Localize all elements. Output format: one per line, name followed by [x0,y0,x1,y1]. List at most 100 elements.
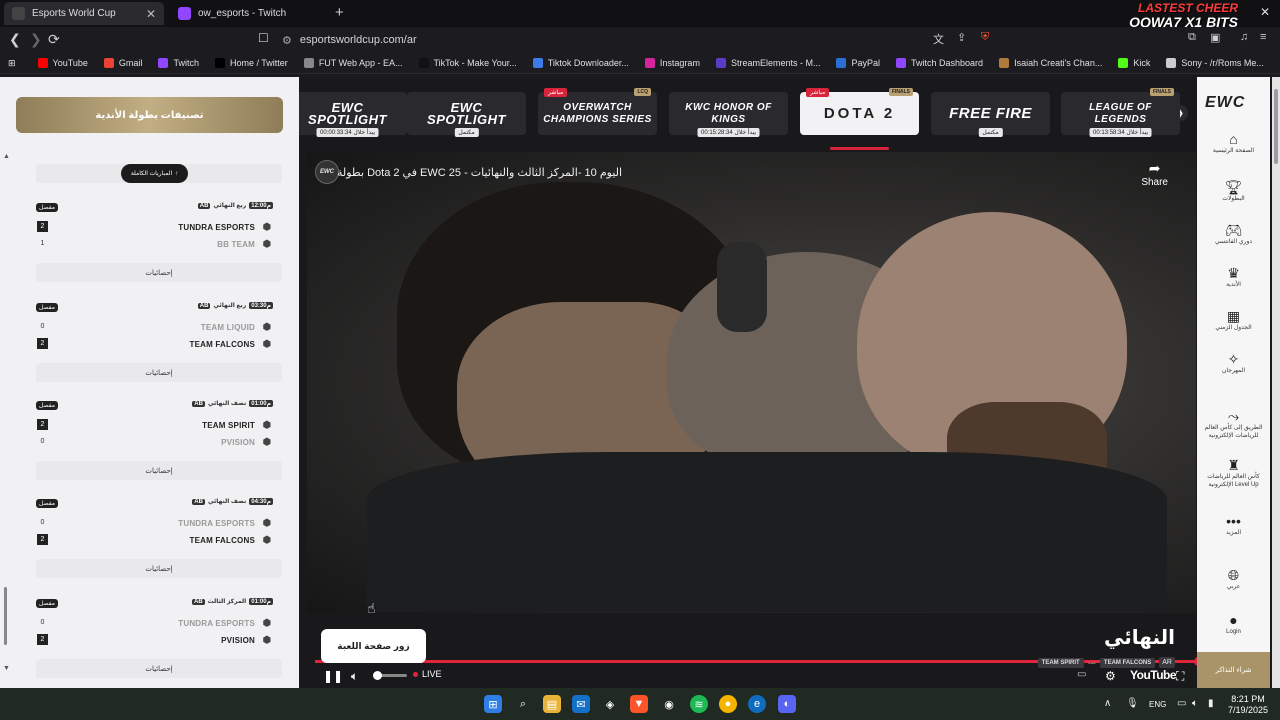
settings-gear-icon[interactable]: ⚙ [1105,669,1116,683]
bookmark-item[interactable]: Kick [1118,58,1150,68]
volume-icon[interactable]: 🔈︎ [351,669,358,684]
nav-item[interactable]: ▦ الجدول الزمني [1197,309,1270,332]
discord-icon[interactable]: ◐ [778,695,796,713]
outlook-icon[interactable]: ✉ [572,695,590,713]
youtube-logo[interactable]: YouTube [1130,668,1177,682]
full-matches-button[interactable]: المباريات الكاملة ↑ [121,164,188,183]
spotify-icon[interactable]: ≋ [690,695,708,713]
system-clock[interactable]: 8:21 PM 7/19/2025 [1228,694,1268,716]
url-field[interactable]: ⚙ esportsworldcup.com/ar [282,30,982,50]
nav-item[interactable]: ✧ المهرجان [1197,352,1270,375]
nav-item[interactable]: ⌂ الصفحة الرئيسية [1197,132,1270,155]
back-icon[interactable]: ❮ [9,31,21,48]
nav-item[interactable]: 🏆︎ البطولات [1197,180,1270,203]
ewc-logo[interactable]: EWC [1205,94,1245,112]
details-link[interactable]: مفصل [36,499,58,508]
bookmark-item[interactable]: StreamElements - M... [715,58,820,68]
details-link[interactable]: مفصل [36,599,58,608]
media-icon[interactable]: ♫ [1240,31,1248,43]
battery-icon[interactable]: ▮ [1208,698,1214,709]
details-link[interactable]: مفصل [36,401,58,410]
forward-icon[interactable]: ❯ [30,31,42,48]
language-indicator[interactable]: ENG [1149,700,1166,709]
rankings-button[interactable]: تصنيفات بطولة الأندية [16,97,283,133]
buy-tickets-button[interactable]: شراء التذاكر [1197,652,1270,688]
file-explorer-icon[interactable]: ▤ [543,695,561,713]
tab-esports-world-cup[interactable]: Esports World Cup ✕ [4,2,164,25]
bookmark-item[interactable]: Sony - /r/Roms Me... [1166,58,1264,68]
page-scrollbar[interactable] [1272,77,1280,688]
bookmark-item[interactable]: Instagram [644,58,700,68]
details-link[interactable]: مفصل [36,303,58,312]
volume-knob[interactable] [373,671,382,680]
tray-expand-icon[interactable]: ∧ [1104,698,1111,709]
window-close-icon[interactable]: ✕ [1260,5,1270,19]
nav-item[interactable]: 🌐︎ عربي [1197,568,1270,591]
nav-item[interactable]: ● Login [1197,613,1270,636]
stats-button[interactable]: إحصائيات [36,559,282,578]
game-tile[interactable]: KWC HONOR OF KINGS يبدأ خلال 00:15:28:34 [669,92,788,137]
game-tile[interactable]: FREE FIRE مكتمل [931,92,1050,137]
wallet-icon[interactable]: ▣ [1210,31,1220,44]
new-tab-button[interactable]: + [335,4,344,21]
visit-game-page-button[interactable]: زور صفحة اللعبة [321,629,426,663]
bookmark-item[interactable]: Tiktok Downloader... [532,58,629,68]
bookmark-item[interactable]: FUT Web App - EA... [303,58,403,68]
live-indicator[interactable]: LIVE [413,669,442,679]
scroll-up-icon[interactable]: ▲ [3,153,10,160]
chrome-icon[interactable]: ● [719,695,737,713]
game-tile[interactable]: EWC SPOTLIGHT مكتمل [407,92,526,137]
nav-item[interactable]: ♛ الأندية [1197,266,1270,289]
game-tile[interactable]: OVERWATCH CHAMPIONS SERIES مباشر LCQ [538,88,657,135]
share-button[interactable]: ➦ Share [1141,160,1168,188]
bookmark-item[interactable]: Twitch Dashboard [896,58,983,68]
apps-grid-icon[interactable]: ⊞ [8,58,16,69]
nav-item[interactable]: 🎮︎ دوري الفانتسي [1197,223,1270,246]
nav-item[interactable]: ⤳ الطريق إلى كأس العالم للرياضات الإلكترو… [1197,409,1270,440]
bookmark-item[interactable]: TikTok - Make Your... [418,58,517,68]
video-title[interactable]: اليوم 10 -المركز الثالث والنهائيات - EWC… [337,166,1037,179]
stats-button[interactable]: إحصائيات [36,461,282,480]
brave-icon[interactable]: ▼ [630,695,648,713]
stats-button[interactable]: إحصائيات [36,363,282,382]
brave-shield-icon[interactable]: ⛨ [981,31,989,44]
bookmark-item[interactable]: Twitch [158,58,199,68]
scroll-thumb[interactable] [1274,89,1278,164]
speaker-icon[interactable]: 🔈︎ [1192,698,1198,709]
search-icon[interactable]: ⌕ [514,695,532,713]
translate-icon[interactable]: 文 [933,31,944,47]
app-icon[interactable]: ◈ [601,695,619,713]
mic-icon[interactable]: 🎙︎ [1126,698,1139,709]
video-player[interactable]: EWC اليوم 10 -المركز الثالث والنهائيات -… [307,152,1197,683]
left-scrollbar[interactable] [4,587,7,645]
details-link[interactable]: مفصل [36,203,58,212]
game-tile[interactable]: LEAGUE OF LEGENDS يبدأ خلال 00:13:58:34 FI… [1061,88,1180,137]
start-icon[interactable]: ⊞ [484,695,502,713]
obs-icon[interactable]: ◉ [660,695,678,713]
bookmark-item[interactable]: Isaiah Creati's Chan... [999,58,1102,68]
bookmark-item[interactable]: Gmail [103,58,142,68]
game-tile[interactable]: EWC SPOTLIGHT يبدأ خلال 00:00:33:34 [299,92,407,137]
captions-icon[interactable]: ▭ [1077,669,1086,680]
fullscreen-icon[interactable]: ⛶ [1176,669,1184,684]
site-info-icon[interactable]: ⚙ [282,34,292,47]
edge-icon[interactable]: e [748,695,766,713]
scroll-down-icon[interactable]: ▼ [3,665,10,672]
extensions-icon[interactable]: ⧉ [1188,31,1196,44]
reload-icon[interactable]: ⟳ [48,31,60,48]
stats-button[interactable]: إحصائيات [36,263,282,282]
language-tag[interactable]: AR [1159,657,1175,668]
share-page-icon[interactable]: ⇪ [957,31,966,44]
bookmark-item[interactable]: Home / Twitter [214,58,288,68]
network-icon[interactable]: ▭ [1177,698,1186,709]
nav-item[interactable]: ••• المزيد [1197,514,1270,537]
pause-icon[interactable]: ❚❚ [323,669,343,683]
bookmark-icon[interactable]: ☐ [258,31,269,45]
channel-avatar[interactable]: EWC [315,160,339,184]
game-tile[interactable]: DOTA 2 مباشر FINALS [800,88,919,135]
nav-item[interactable]: ♜ كأس العالم للرياضات الإلكترونية Level U… [1197,458,1270,489]
bookmark-item[interactable]: PayPal [836,58,880,68]
close-tab-icon[interactable]: ✕ [146,7,156,21]
stats-button[interactable]: إحصائيات [36,659,282,678]
tab-twitch[interactable]: ow_esports - Twitch [170,2,330,25]
